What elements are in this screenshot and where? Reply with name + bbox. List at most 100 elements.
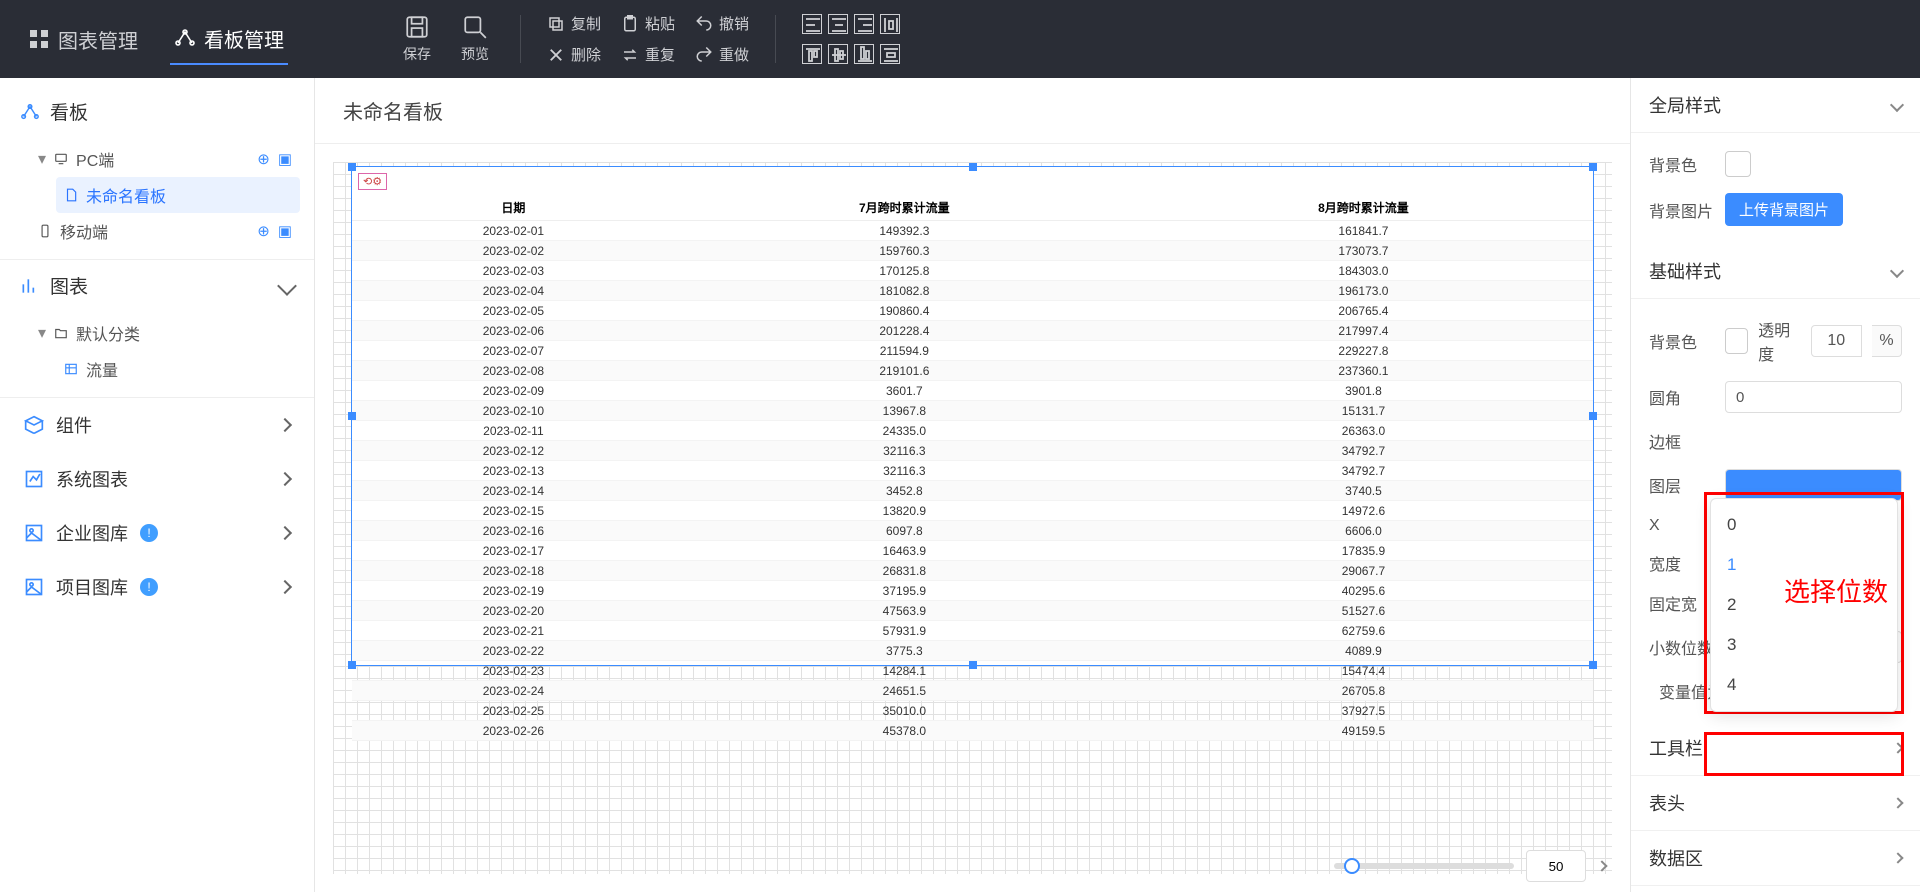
section-data-area[interactable]: 数据区 (1631, 831, 1920, 886)
tree-unnamed-board[interactable]: 未命名看板 (56, 177, 300, 213)
label-x: X (1649, 517, 1715, 535)
table-row: 2023-02-223775.34089.9 (352, 641, 1593, 661)
row-proj-gallery[interactable]: 项目图库 ! (0, 560, 314, 614)
redo-button[interactable]: 重做 (695, 44, 749, 65)
tab-chart-label: 图表管理 (58, 25, 138, 54)
radius-input[interactable]: 0 (1725, 381, 1902, 413)
x-icon (547, 46, 565, 64)
add-folder-icon[interactable]: ▣ (278, 150, 292, 168)
section-global-style[interactable]: 全局样式 (1631, 78, 1920, 133)
add-folder-icon[interactable]: ▣ (278, 222, 292, 240)
distribute-v-icon[interactable] (880, 44, 900, 64)
zoom-slider[interactable] (1334, 863, 1514, 869)
table-row: 2023-02-08219101.6237360.1 (352, 361, 1593, 381)
table-row: 2023-02-2535010.037927.5 (352, 701, 1593, 721)
upload-bg-button[interactable]: 上传背景图片 (1725, 193, 1843, 226)
panel-chart-header[interactable]: 图表 (0, 260, 314, 311)
align-left-icon[interactable] (802, 14, 822, 34)
canvas-area: 未命名看板 ⟲⚙ 日期7月跨时累计流量8月跨时累计流量 2023-02-0114… (315, 78, 1630, 892)
resize-handle[interactable] (348, 412, 356, 420)
add-file-icon[interactable]: ⊕ (257, 150, 270, 168)
row-sys-chart[interactable]: 系统图表 (0, 452, 314, 506)
table-row: 2023-02-166097.86606.0 (352, 521, 1593, 541)
row-components[interactable]: 组件 (0, 398, 314, 452)
add-file-icon[interactable]: ⊕ (257, 222, 270, 240)
section-toolbar[interactable]: 工具栏 (1631, 721, 1920, 776)
table-row: 2023-02-143452.83740.5 (352, 481, 1593, 501)
align-center-icon[interactable] (828, 14, 848, 34)
file-icon (64, 188, 78, 202)
undo-button[interactable]: 撤销 (695, 13, 749, 34)
table-row: 2023-02-1513820.914972.6 (352, 501, 1593, 521)
table-header: 7月跨时累计流量 (675, 195, 1134, 221)
repeat-button[interactable]: 重复 (621, 44, 675, 65)
align-top-icon[interactable] (802, 44, 822, 64)
tab-board-mgmt[interactable]: 看板管理 (170, 14, 288, 65)
label-radius: 圆角 (1649, 385, 1715, 409)
resize-handle[interactable] (1589, 163, 1597, 171)
align-middle-icon[interactable] (828, 44, 848, 64)
label-decimal: 小数位数 (1649, 635, 1715, 659)
table-row: 2023-02-2645378.049159.5 (352, 721, 1593, 741)
zoom-control (1334, 850, 1606, 882)
board-title: 未命名看板 (315, 78, 1630, 144)
section-header[interactable]: 表头 (1631, 776, 1920, 831)
network-icon (174, 27, 196, 49)
row-ent-gallery[interactable]: 企业图库 ! (0, 506, 314, 560)
copy-button[interactable]: 复制 (547, 13, 601, 34)
resize-handle[interactable] (1589, 661, 1597, 669)
repeat-icon (621, 46, 639, 64)
label-layer: 图层 (1649, 473, 1715, 497)
tree-flow[interactable]: 流量 (56, 351, 300, 387)
table-row: 2023-02-2047563.951527.6 (352, 601, 1593, 621)
resize-handle[interactable] (969, 661, 977, 669)
layer-buttons (1725, 469, 1902, 501)
chevron-right-icon (1892, 852, 1903, 863)
bg-color-swatch[interactable] (1725, 151, 1751, 177)
annotation-label: 选择位数 (1784, 572, 1888, 609)
dd-option-4[interactable]: 4 (1711, 665, 1897, 705)
chart-icon (24, 469, 44, 489)
chevron-right-icon[interactable] (1596, 860, 1607, 871)
selected-widget[interactable]: ⟲⚙ 日期7月跨时累计流量8月跨时累计流量 2023-02-01149392.3… (351, 166, 1594, 666)
label-bg-color2: 背景色 (1649, 329, 1715, 353)
resize-handle[interactable] (348, 163, 356, 171)
basic-bg-swatch[interactable] (1725, 328, 1748, 354)
panel-board-header[interactable]: 看板 (0, 86, 314, 137)
table-row: 2023-02-2157931.962759.6 (352, 621, 1593, 641)
zoom-thumb[interactable] (1344, 858, 1360, 874)
resize-handle[interactable] (969, 163, 977, 171)
tree-default-category[interactable]: ▾ 默认分类 (30, 315, 300, 351)
design-canvas[interactable]: ⟲⚙ 日期7月跨时累计流量8月跨时累计流量 2023-02-01149392.3… (333, 162, 1612, 874)
top-toolbar: 图表管理 看板管理 保存 预览 复制 删除 (0, 0, 1920, 78)
distribute-h-icon[interactable] (880, 14, 900, 34)
resize-handle[interactable] (1589, 412, 1597, 420)
tree-mobile[interactable]: 移动端 ⊕▣ (30, 213, 300, 249)
opacity-input[interactable]: 10 (1811, 325, 1862, 357)
layer-front[interactable] (1726, 470, 1901, 500)
table-row: 2023-02-01149392.3161841.7 (352, 221, 1593, 241)
dd-option-0[interactable]: 0 (1711, 505, 1897, 545)
zoom-input[interactable] (1526, 850, 1586, 882)
resize-handle[interactable] (348, 661, 356, 669)
data-table: 日期7月跨时累计流量8月跨时累计流量 2023-02-01149392.3161… (352, 195, 1593, 741)
section-basic-style[interactable]: 基础样式 (1631, 244, 1920, 299)
align-bottom-icon[interactable] (854, 44, 874, 64)
table-header: 8月跨时累计流量 (1134, 195, 1593, 221)
table-row: 2023-02-1332116.334792.7 (352, 461, 1593, 481)
delete-button[interactable]: 删除 (547, 44, 601, 65)
tab-chart-mgmt[interactable]: 图表管理 (24, 15, 142, 64)
floppy-icon (404, 14, 430, 40)
paste-button[interactable]: 粘贴 (621, 13, 675, 34)
monitor-icon (54, 152, 68, 166)
table-row: 2023-02-07211594.9229227.8 (352, 341, 1593, 361)
table-row: 2023-02-093601.73901.8 (352, 381, 1593, 401)
chevron-down-icon (1890, 264, 1904, 278)
save-button[interactable]: 保存 (398, 14, 436, 64)
align-right-icon[interactable] (854, 14, 874, 34)
table-row: 2023-02-04181082.8196173.0 (352, 281, 1593, 301)
grid-icon (28, 28, 50, 50)
dd-option-3[interactable]: 3 (1711, 625, 1897, 665)
tree-pc[interactable]: ▾ PC端 ⊕▣ (30, 141, 300, 177)
preview-button[interactable]: 预览 (456, 14, 494, 64)
